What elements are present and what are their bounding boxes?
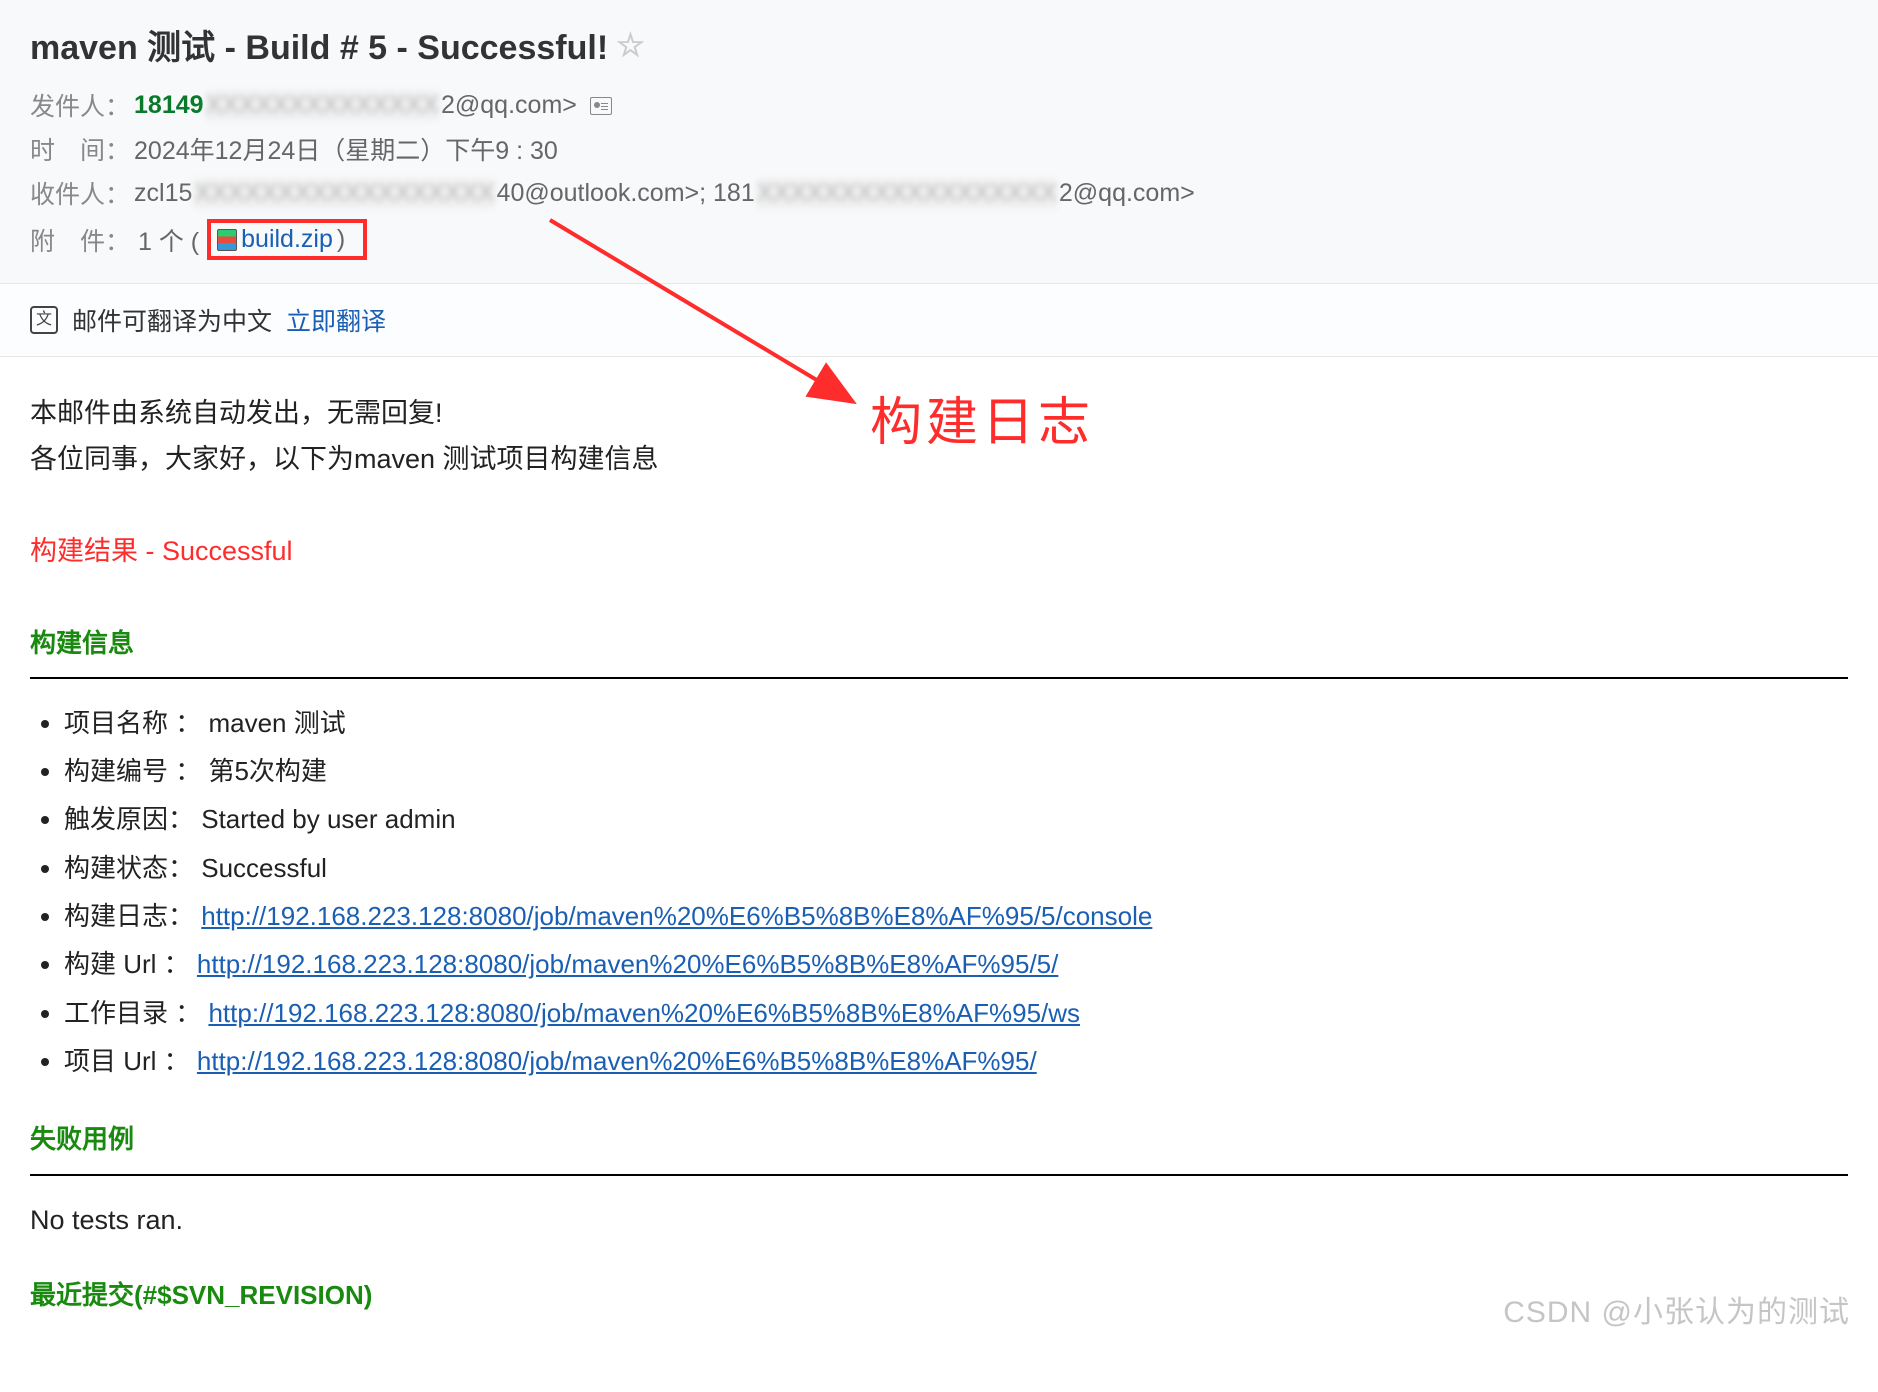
attachment-label: 附 件： bbox=[30, 222, 130, 258]
attachment-close: ) bbox=[337, 225, 345, 254]
sender-row: 发件人： 18149XXXXXXXXXXXXXX2@qq.com> bbox=[30, 87, 1848, 123]
vcard-icon[interactable] bbox=[590, 97, 612, 115]
recipient-row: 收件人： zcl15XXXXXXXXXXXXXXXXXX40@outlook.c… bbox=[30, 175, 1848, 211]
list-item: 工作目录 ： http://192.168.223.128:8080/job/m… bbox=[64, 993, 1848, 1033]
build-info-list: 项目名称 ： maven 测试 构建编号 ： 第5次构建 触发原因： Start… bbox=[30, 703, 1848, 1081]
sender-label: 发件人： bbox=[30, 87, 130, 123]
recipient-masked-2: XXXXXXXXXXXXXXXXXX bbox=[757, 179, 1057, 208]
sender-suffix: 2@qq.com> bbox=[441, 91, 577, 119]
email-subject: maven 测试 - Build # 5 - Successful! ☆ bbox=[30, 20, 1848, 69]
attachment-link[interactable]: build.zip bbox=[241, 225, 333, 254]
separator-2 bbox=[30, 1174, 1848, 1176]
translate-link[interactable]: 立即翻译 bbox=[286, 302, 386, 338]
star-icon[interactable]: ☆ bbox=[616, 26, 645, 64]
recipient-part3: 2@qq.com> bbox=[1059, 179, 1195, 207]
no-tests-text: No tests ran. bbox=[30, 1200, 1848, 1242]
project-url-link[interactable]: http://192.168.223.128:8080/job/maven%20… bbox=[197, 1046, 1037, 1076]
build-url-link[interactable]: http://192.168.223.128:8080/job/maven%20… bbox=[197, 949, 1058, 979]
time-row: 时 间： 2024年12月24日（星期二）下午9 : 30 bbox=[30, 131, 1848, 167]
list-item: 构建编号 ： 第5次构建 bbox=[64, 751, 1848, 791]
attachment-count: 1 个 ( bbox=[138, 222, 199, 258]
attachment-highlight-box: build.zip) bbox=[207, 219, 367, 260]
watermark: CSDN @小张认为的测试 bbox=[1503, 1287, 1850, 1331]
list-item: 项目 Url ： http://192.168.223.128:8080/job… bbox=[64, 1041, 1848, 1081]
list-item: 构建 Url ： http://192.168.223.128:8080/job… bbox=[64, 944, 1848, 984]
email-body: 本邮件由系统自动发出，无需回复! 各位同事，大家好，以下为maven 测试项目构… bbox=[0, 357, 1878, 1346]
workspace-link[interactable]: http://192.168.223.128:8080/job/maven%20… bbox=[208, 998, 1080, 1028]
time-value: 2024年12月24日（星期二）下午9 : 30 bbox=[134, 131, 558, 167]
list-item: 项目名称 ： maven 测试 bbox=[64, 703, 1848, 743]
recipient-part1: zcl15 bbox=[134, 179, 192, 207]
email-header: maven 测试 - Build # 5 - Successful! ☆ 发件人… bbox=[0, 0, 1878, 284]
translate-text: 邮件可翻译为中文 bbox=[72, 302, 272, 338]
build-log-link[interactable]: http://192.168.223.128:8080/job/maven%20… bbox=[201, 901, 1152, 931]
separator-1 bbox=[30, 677, 1848, 679]
list-item: 触发原因： Started by user admin bbox=[64, 799, 1848, 839]
recipient-masked-1: XXXXXXXXXXXXXXXXXX bbox=[194, 179, 494, 208]
translate-icon[interactable] bbox=[30, 306, 58, 334]
annotation-label: 构建日志 bbox=[870, 380, 1094, 455]
zip-icon bbox=[217, 229, 237, 251]
translate-bar: 邮件可翻译为中文 立即翻译 bbox=[0, 284, 1878, 357]
list-item: 构建状态： Successful bbox=[64, 848, 1848, 888]
list-item: 构建日志： http://192.168.223.128:8080/job/ma… bbox=[64, 896, 1848, 936]
build-info-title: 构建信息 bbox=[30, 623, 1848, 663]
build-result: 构建结果 - Successful bbox=[30, 531, 1848, 573]
time-label: 时 间： bbox=[30, 131, 130, 167]
subject-text: maven 测试 - Build # 5 - Successful! bbox=[30, 20, 608, 69]
sender-prefix: 18149 bbox=[134, 91, 204, 119]
fail-cases-title: 失败用例 bbox=[30, 1119, 1848, 1159]
recipient-label: 收件人： bbox=[30, 175, 130, 211]
sender-masked: XXXXXXXXXXXXXX bbox=[206, 91, 439, 120]
attachment-row: 附 件： 1 个 ( build.zip) bbox=[30, 219, 1848, 260]
recipient-part2: 40@outlook.com>; 181 bbox=[497, 179, 755, 207]
